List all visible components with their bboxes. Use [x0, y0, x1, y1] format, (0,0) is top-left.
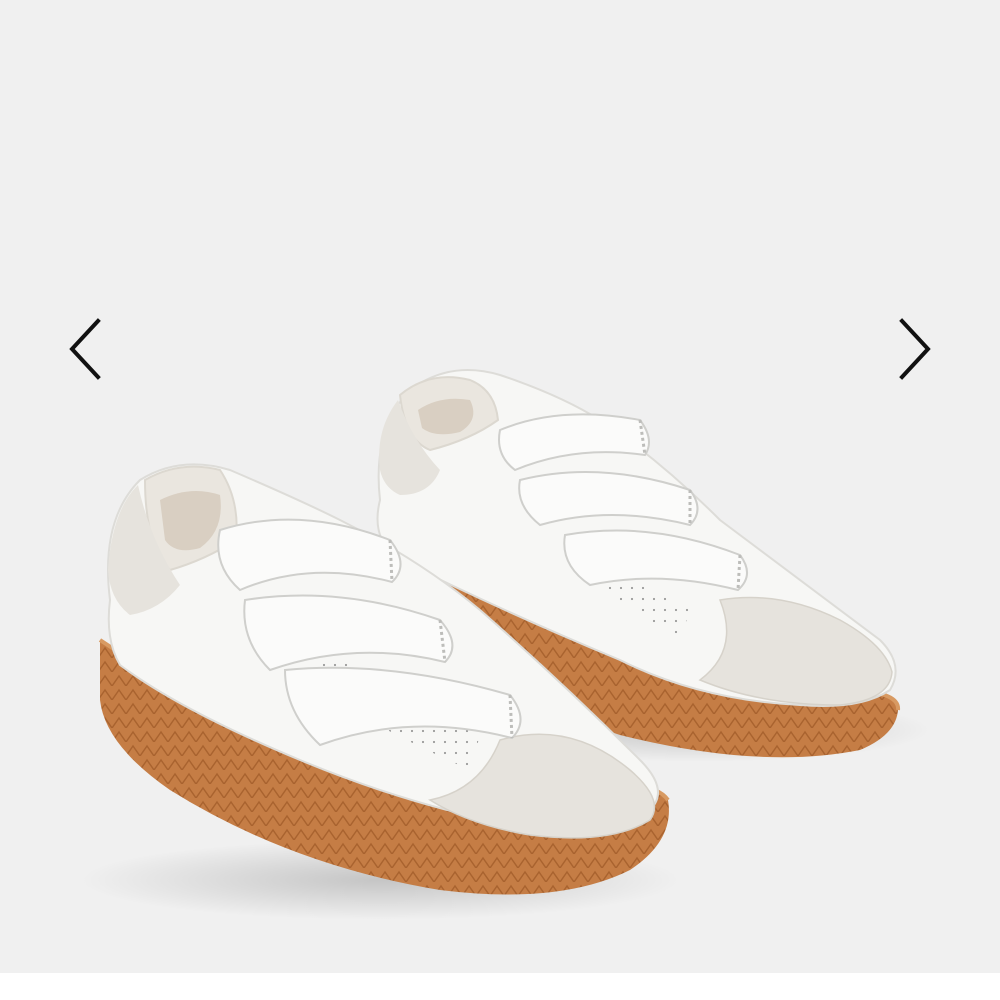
- product-image-carousel: [0, 0, 1000, 973]
- previous-image-button[interactable]: [56, 314, 116, 384]
- next-image-button[interactable]: [884, 314, 944, 384]
- page-background: [0, 973, 1000, 1000]
- chevron-left-icon: [69, 318, 101, 380]
- chevron-right-icon: [899, 318, 931, 380]
- product-image: [80, 369, 930, 920]
